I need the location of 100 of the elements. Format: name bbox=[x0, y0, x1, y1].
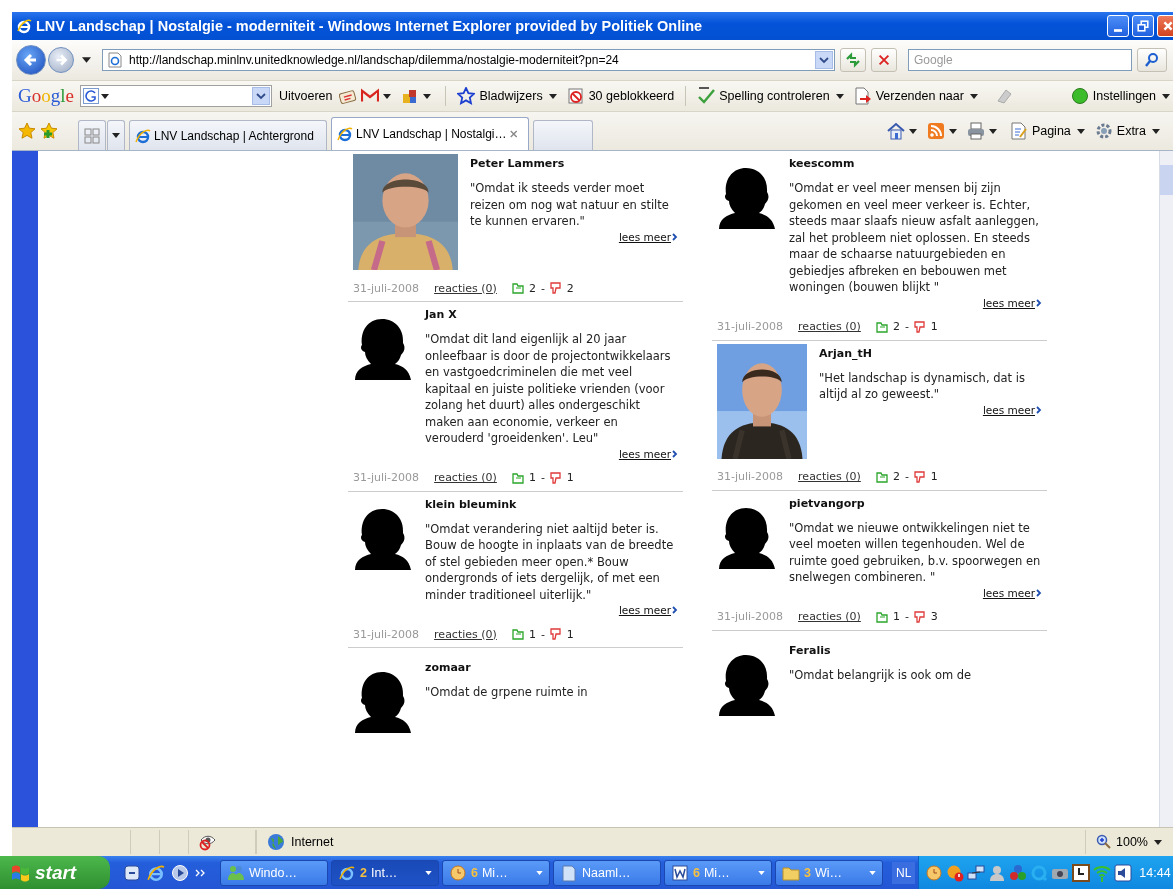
caret-icon[interactable] bbox=[988, 128, 997, 134]
volume-icon[interactable] bbox=[1114, 863, 1133, 882]
caret-icon[interactable] bbox=[948, 128, 957, 134]
tab-list-button[interactable] bbox=[107, 120, 125, 150]
ie-logo-icon[interactable] bbox=[147, 863, 165, 882]
clock-icon[interactable] bbox=[1072, 863, 1091, 882]
browser-tab[interactable]: LNV Landschap | Achtergrond bbox=[129, 120, 327, 150]
reactions-link[interactable]: reacties (0) bbox=[434, 281, 497, 295]
favorites-star-icon[interactable] bbox=[18, 122, 36, 140]
more-icon[interactable] bbox=[195, 868, 207, 877]
read-more-link[interactable]: lees meer bbox=[618, 604, 678, 616]
close-icon bbox=[1162, 20, 1173, 32]
language-indicator[interactable]: NL bbox=[892, 861, 916, 884]
bookmarks-button[interactable]: Bladwijzers bbox=[454, 87, 560, 105]
dropdown-icon[interactable] bbox=[815, 51, 833, 69]
post-date: 31-juli-2008 bbox=[717, 470, 784, 483]
google-search-field[interactable] bbox=[79, 85, 272, 107]
close-button[interactable] bbox=[1157, 15, 1173, 37]
popup-blocker-button[interactable]: 30 geblokkeerd bbox=[563, 87, 678, 105]
vote-count: 1 bbox=[892, 610, 900, 623]
window-title: LNV Landschap | Nostalgie - moderniteit - Windows Internet Explorer provided by Politiek Online bbox=[36, 18, 704, 34]
stop-button[interactable] bbox=[871, 48, 897, 72]
vote-separator: - bbox=[904, 470, 909, 483]
spellcheck-button[interactable]: Spelling controleren bbox=[694, 87, 847, 105]
caret-icon bbox=[1154, 839, 1162, 845]
caret-icon bbox=[835, 93, 844, 99]
vote-separator: - bbox=[540, 281, 545, 295]
read-more-link[interactable]: lees meer bbox=[618, 447, 678, 460]
stop-icon bbox=[877, 53, 891, 67]
scrollbar[interactable] bbox=[1159, 151, 1173, 827]
restore-button[interactable] bbox=[1132, 15, 1154, 37]
search-button[interactable] bbox=[1137, 48, 1167, 72]
restore-icon bbox=[1137, 20, 1149, 32]
warning-icon[interactable] bbox=[946, 863, 965, 882]
reactions-link[interactable]: reacties (0) bbox=[798, 470, 861, 483]
home-icon[interactable] bbox=[886, 122, 905, 140]
author-name: keescomm bbox=[789, 156, 856, 170]
address-field[interactable]: http://landschap.minlnv.unitedknowledge.nl/landschap/dilemma/nostalgie-moderniteit?pn=24 bbox=[102, 49, 835, 71]
dropdown-icon[interactable] bbox=[251, 87, 270, 105]
browser-tab[interactable]: LNV Landschap | Nostalgi… bbox=[331, 117, 529, 150]
app-icon[interactable] bbox=[123, 863, 141, 882]
chevron-icon bbox=[1036, 588, 1042, 597]
send-page-icon bbox=[853, 87, 872, 105]
ie-logo-icon bbox=[338, 863, 356, 882]
reactions-link[interactable]: reacties (0) bbox=[798, 320, 861, 333]
search-field[interactable]: Google bbox=[908, 49, 1132, 71]
close-tab-icon[interactable] bbox=[509, 129, 517, 139]
caret-icon bbox=[869, 870, 876, 875]
caret-icon bbox=[1152, 128, 1160, 134]
post-date: 31-juli-2008 bbox=[353, 281, 420, 295]
vote-separator: - bbox=[904, 610, 909, 623]
vote-count: 2 bbox=[892, 470, 900, 483]
read-more-link[interactable]: lees meer bbox=[982, 586, 1042, 599]
refresh-button[interactable] bbox=[840, 48, 866, 72]
security-zone: Internet bbox=[291, 835, 334, 849]
read-more-link[interactable]: lees meer bbox=[982, 296, 1042, 309]
forward-button[interactable] bbox=[48, 47, 74, 73]
caret-icon[interactable] bbox=[100, 93, 109, 99]
caret-icon[interactable] bbox=[82, 57, 91, 63]
comment-text: "Omdat dit land eigenlijk al 20 jaar onleefbaar is door de projectontwikkelaars en vastgoedcriminelen die met veel kapitaal en juiste politieke vrienden (voor zolang het duurt) alles ondergeschikt maken aan economie, verkeer en verouderd 'groeidenken'. Leu" bbox=[425, 331, 672, 447]
comment-text: "Omdat er veel meer mensen bij zijn gekomen en veel meer verkeer is. Echter, steeds maar slaafs nieuw asfalt aanleggen, zal het probleem niet oplossen. En steeds maar de schaarse natuurgebieden en gebiedjes afbreken en bebouwen met woningen (bouwen blijkt " bbox=[789, 180, 1040, 296]
reactions-link[interactable]: reacties (0) bbox=[434, 471, 497, 484]
network-icon[interactable] bbox=[967, 863, 986, 882]
author-name: Feralis bbox=[789, 642, 832, 657]
colored-balls-icon[interactable] bbox=[1009, 863, 1028, 882]
send-to-button[interactable]: Verzenden naar bbox=[850, 87, 981, 105]
eraser-icon[interactable] bbox=[994, 87, 1013, 105]
chevron-icon bbox=[672, 606, 678, 614]
post-date: 31-juli-2008 bbox=[353, 471, 420, 484]
author-name: klein bleumink bbox=[425, 496, 518, 511]
add-favorite-icon[interactable] bbox=[40, 122, 58, 140]
back-button[interactable] bbox=[16, 45, 46, 75]
status-dot-icon bbox=[1070, 87, 1089, 105]
ie-logo-icon bbox=[337, 126, 353, 142]
read-more-link[interactable]: lees meer bbox=[618, 230, 678, 243]
grid-icon bbox=[84, 127, 100, 144]
minimize-icon bbox=[1114, 29, 1122, 32]
settings-button[interactable]: Instellingen bbox=[1067, 87, 1173, 105]
printer-icon[interactable] bbox=[966, 122, 985, 140]
tools-menu-button[interactable]: Extra bbox=[1091, 122, 1163, 140]
notepad-icon[interactable] bbox=[339, 87, 358, 105]
vote-count: 3 bbox=[930, 610, 938, 623]
privacy-icon[interactable] bbox=[199, 833, 217, 851]
author-name: pietvangorp bbox=[789, 495, 866, 510]
taskbar-button[interactable]: 2 Int… bbox=[331, 859, 439, 886]
zoom-button[interactable]: 100% bbox=[1085, 830, 1173, 854]
reactions-link[interactable]: reacties (0) bbox=[434, 627, 497, 641]
comment-text: "Omdat de grpene ruimte in bbox=[425, 684, 589, 701]
caret-icon[interactable] bbox=[423, 93, 432, 99]
clock-icon bbox=[449, 863, 467, 882]
search-go-button[interactable]: Uitvoeren bbox=[275, 89, 336, 103]
read-more-link[interactable]: lees meer bbox=[982, 403, 1042, 416]
caret-icon[interactable] bbox=[908, 128, 917, 134]
reactions-link[interactable]: reacties (0) bbox=[798, 610, 861, 623]
minimize-button[interactable] bbox=[1107, 15, 1129, 37]
media-player-icon[interactable] bbox=[171, 863, 189, 882]
page-menu-button[interactable]: Pagina bbox=[1006, 122, 1088, 140]
caret-icon[interactable] bbox=[383, 93, 392, 99]
chevron-icon bbox=[672, 449, 678, 458]
document-icon bbox=[671, 863, 689, 882]
